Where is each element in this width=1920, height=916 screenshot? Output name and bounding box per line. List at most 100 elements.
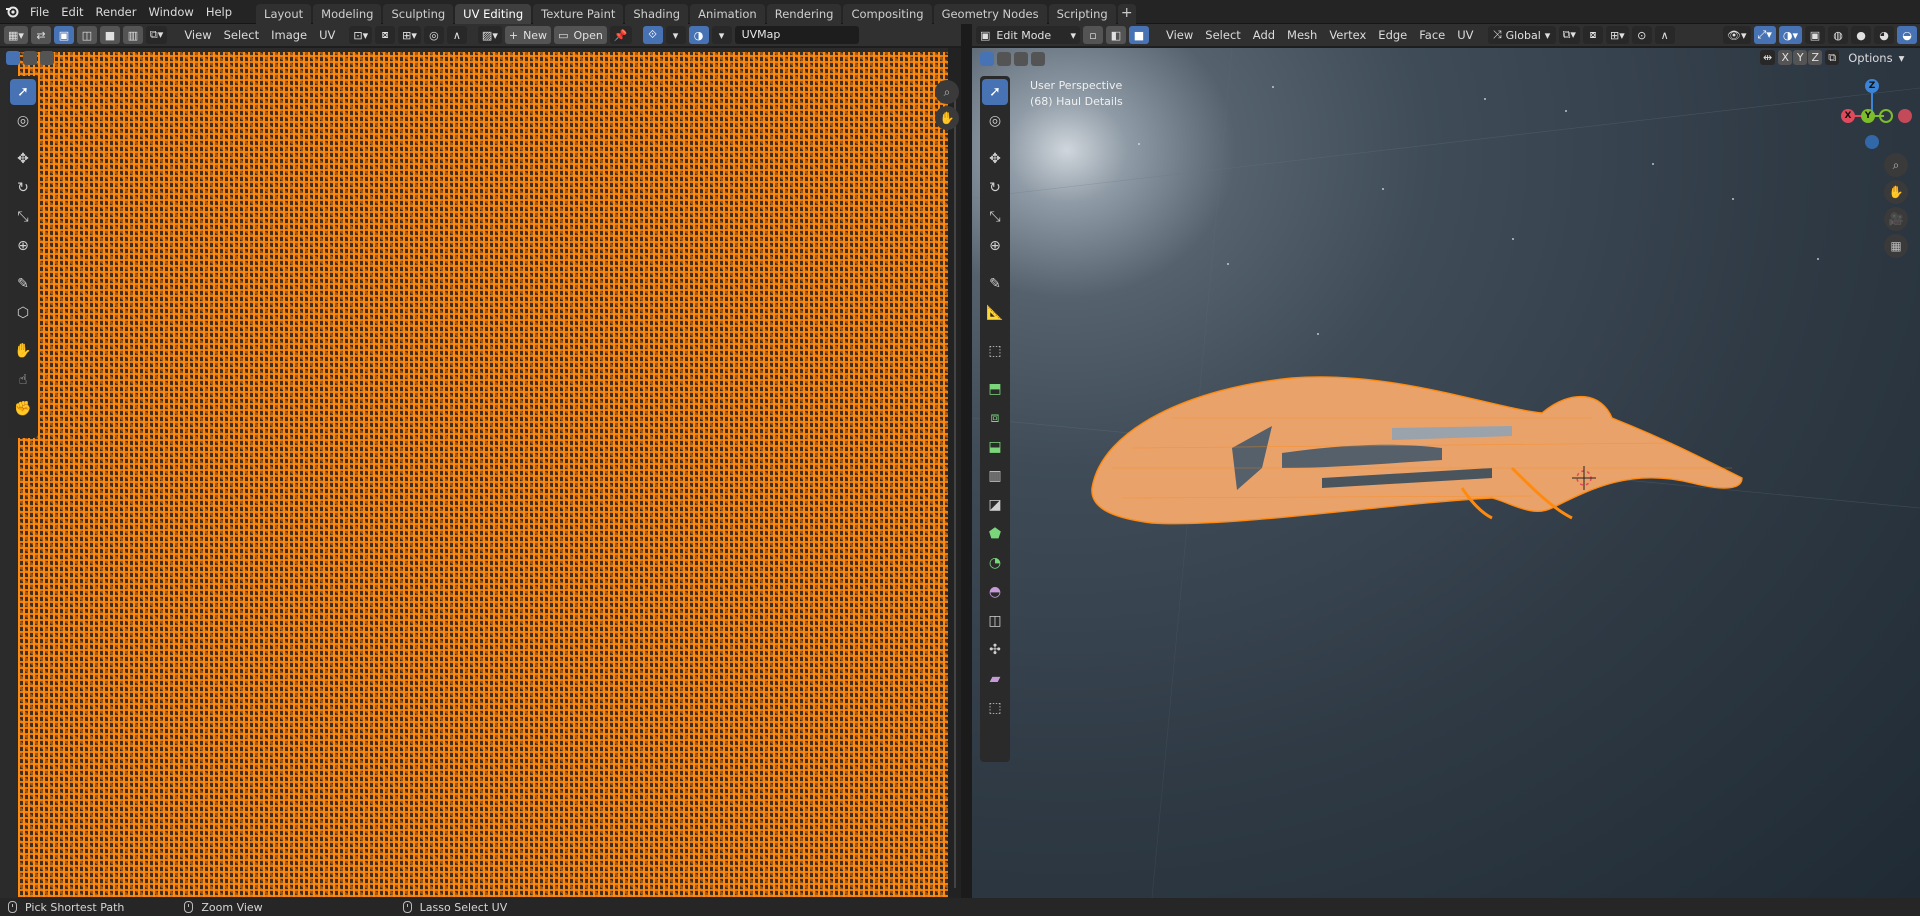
gizmo-y-axis[interactable]: Y: [1861, 109, 1875, 123]
pivot-icon[interactable]: ⧉▾: [1558, 26, 1580, 44]
vp-cursor-icon[interactable]: ◎: [982, 108, 1008, 134]
falloff-icon[interactable]: ∧: [446, 26, 467, 44]
select-subtract-icon[interactable]: [40, 51, 54, 65]
vp-inset-icon[interactable]: ⧈: [982, 405, 1008, 431]
auto-merge-icon[interactable]: ⧉: [1825, 50, 1840, 65]
gizmo-neg-x-axis[interactable]: [1898, 109, 1912, 123]
xray-icon[interactable]: ▣: [1805, 26, 1825, 44]
menu-edit[interactable]: Edit: [55, 1, 89, 23]
tab-layout[interactable]: Layout: [256, 3, 312, 24]
camera-view-icon[interactable]: 🎥: [1884, 207, 1908, 231]
vp-select-subtract-icon[interactable]: [1014, 52, 1028, 66]
edge-select-mode-icon[interactable]: ◫: [76, 26, 97, 44]
gizmo-toggle-icon[interactable]: ⤢▾: [1753, 26, 1776, 44]
vp-poly-build-icon[interactable]: ⬟: [982, 521, 1008, 547]
uvmap-field[interactable]: UVMap: [734, 26, 859, 44]
tab-scripting[interactable]: Scripting: [1048, 3, 1116, 24]
vp-move-icon[interactable]: ✥: [982, 146, 1008, 172]
annotate-icon[interactable]: ✎: [10, 271, 36, 297]
wireframe-shading-icon[interactable]: ◍: [1828, 26, 1848, 44]
image-browse-icon[interactable]: ▨▾: [477, 26, 502, 44]
vp-menu-select[interactable]: Select: [1199, 28, 1246, 42]
axis-z-toggle[interactable]: Z: [1808, 50, 1823, 65]
snap-icon[interactable]: ⧇: [375, 26, 396, 44]
blender-logo-icon[interactable]: [0, 0, 24, 24]
pin-icon[interactable]: 📌: [609, 26, 632, 44]
vp-spin-icon[interactable]: ◔: [982, 550, 1008, 576]
snap-element-icon[interactable]: ⊞▾: [1605, 26, 1629, 44]
snap-target-icon[interactable]: ⊞▾: [398, 26, 421, 44]
vp-menu-add[interactable]: Add: [1247, 28, 1281, 42]
3d-viewport[interactable]: [972, 48, 1920, 898]
menu-render[interactable]: Render: [90, 1, 143, 23]
vertex-mode-icon[interactable]: ▫: [1083, 26, 1103, 44]
uv-menu-select[interactable]: Select: [218, 28, 265, 42]
proportional-edit-icon[interactable]: ◎: [423, 26, 444, 44]
vp-pan-icon[interactable]: ✋: [1884, 180, 1908, 204]
vertex-select-mode-icon[interactable]: ▣: [53, 26, 74, 44]
rip-region-icon[interactable]: ⬡: [10, 300, 36, 326]
vp-measure-icon[interactable]: 📐: [982, 300, 1008, 326]
display-dropdown-icon[interactable]: ▾: [665, 26, 686, 44]
vp-menu-edge[interactable]: Edge: [1372, 28, 1413, 42]
vp-shrink-fatten-icon[interactable]: ✣: [982, 637, 1008, 663]
face-mode-icon[interactable]: ■: [1129, 26, 1149, 44]
visibility-icon[interactable]: 👁▾: [1723, 26, 1751, 44]
menu-window[interactable]: Window: [142, 1, 199, 23]
tab-uv-editing[interactable]: UV Editing: [455, 3, 532, 24]
gizmo-neg-y-axis[interactable]: [1879, 109, 1893, 123]
tab-sculpting[interactable]: Sculpting: [383, 3, 454, 24]
pan-hand-icon[interactable]: ✋: [935, 106, 959, 130]
vp-rotate-icon[interactable]: ↻: [982, 175, 1008, 201]
editor-type-icon[interactable]: ▦▾: [4, 26, 28, 44]
gizmo-z-axis[interactable]: Z: [1865, 79, 1879, 93]
sync-selection-icon[interactable]: ⇄: [30, 26, 51, 44]
pivot-point-icon[interactable]: ⊡▾: [349, 26, 373, 44]
vp-edge-slide-icon[interactable]: ◫: [982, 608, 1008, 634]
vp-select-new-icon[interactable]: [980, 52, 994, 66]
rotate-icon[interactable]: ↻: [10, 175, 36, 201]
vp-knife-icon[interactable]: ◪: [982, 492, 1008, 518]
vp-menu-view[interactable]: View: [1160, 28, 1199, 42]
ortho-grid-icon[interactable]: ▦: [1884, 234, 1908, 258]
tab-geometry-nodes[interactable]: Geometry Nodes: [933, 3, 1047, 24]
vp-loop-cut-icon[interactable]: ▥: [982, 463, 1008, 489]
axis-y-toggle[interactable]: Y: [1793, 50, 1808, 65]
vp-select-invert-icon[interactable]: [1031, 52, 1045, 66]
uv-map-canvas[interactable]: [18, 52, 950, 897]
edge-mode-icon[interactable]: ◧: [1106, 26, 1126, 44]
material-shading-icon[interactable]: ◕: [1874, 26, 1894, 44]
vp-transform-icon[interactable]: ⊕: [982, 233, 1008, 259]
transform-icon[interactable]: ⊕: [10, 233, 36, 259]
uv-menu-view[interactable]: View: [178, 28, 217, 42]
vp-bevel-icon[interactable]: ⬓: [982, 434, 1008, 460]
vp-scale-icon[interactable]: ⤡: [982, 204, 1008, 230]
tab-modeling[interactable]: Modeling: [313, 3, 382, 24]
overlays-icon[interactable]: ◑: [688, 26, 709, 44]
editor-split-divider[interactable]: [961, 24, 972, 898]
vp-menu-face[interactable]: Face: [1413, 28, 1451, 42]
options-menu[interactable]: Options: [1842, 51, 1898, 65]
vp-select-box-icon[interactable]: ➚: [982, 79, 1008, 105]
uv-sidebar-edge[interactable]: [954, 98, 956, 888]
select-extend-icon[interactable]: [23, 51, 37, 65]
pinch-icon[interactable]: ✊: [10, 396, 36, 422]
select-box-icon[interactable]: ➚: [10, 79, 36, 105]
orientation-dropdown[interactable]: ⤨ Global ▾: [1487, 26, 1556, 44]
navigation-gizmo[interactable]: Z X Y: [1836, 76, 1916, 156]
vp-add-cube-icon[interactable]: ⬚: [982, 338, 1008, 364]
solid-shading-icon[interactable]: ●: [1851, 26, 1871, 44]
grab-icon[interactable]: ✋: [10, 338, 36, 364]
overlay-toggle-icon[interactable]: ◑▾: [1778, 26, 1802, 44]
zoom-icon[interactable]: ⌕: [935, 80, 959, 104]
tab-rendering[interactable]: Rendering: [766, 3, 842, 24]
vp-menu-mesh[interactable]: Mesh: [1281, 28, 1323, 42]
display-channels-icon[interactable]: ⟐: [642, 26, 663, 44]
proportional-falloff-icon[interactable]: ∧: [1654, 26, 1675, 44]
proportional-icon[interactable]: ⊙: [1631, 26, 1652, 44]
add-workspace-button[interactable]: +: [1117, 3, 1136, 24]
mode-dropdown[interactable]: ▣ Edit Mode ▾: [976, 26, 1080, 44]
vp-annotate-icon[interactable]: ✎: [982, 271, 1008, 297]
face-select-mode-icon[interactable]: ■: [99, 26, 120, 44]
menu-help[interactable]: Help: [200, 1, 238, 23]
